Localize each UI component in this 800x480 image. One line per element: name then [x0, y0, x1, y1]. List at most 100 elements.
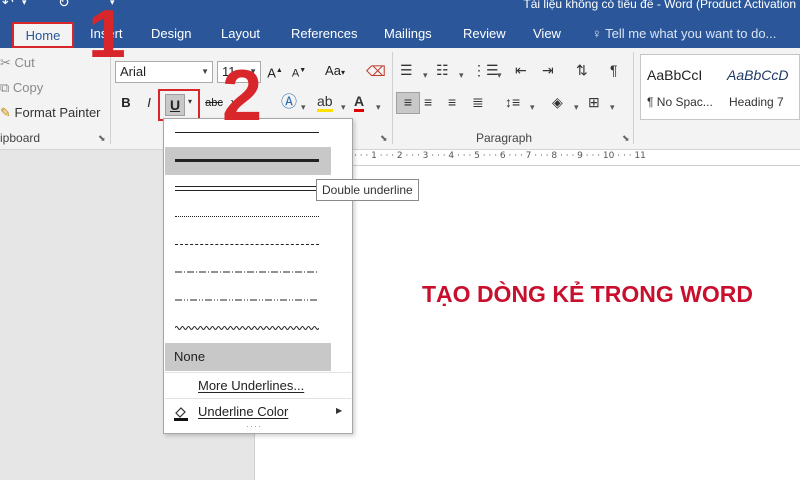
clipboard-group-label: ipboard: [0, 131, 41, 145]
copy-label: Copy: [12, 80, 44, 95]
chevron-down-icon: ▼: [201, 67, 209, 76]
align-right-icon[interactable]: ≡: [448, 93, 456, 111]
shrink-font-button[interactable]: A▼: [290, 61, 308, 83]
tell-me-search[interactable]: ♀ Tell me what you want to do...: [592, 22, 776, 48]
justify-icon[interactable]: ≣: [472, 93, 484, 111]
tab-layout[interactable]: Layout: [221, 22, 260, 48]
copy-icon: ⧉: [0, 80, 10, 95]
cut-label: Cut: [14, 55, 35, 70]
shading-icon[interactable]: ◈: [552, 93, 563, 111]
underline-dropdown: None More Underlines... Underline Color …: [163, 118, 353, 434]
more-underlines-item[interactable]: More Underlines...: [198, 378, 304, 393]
font-color-icon[interactable]: A: [354, 93, 365, 112]
window-title: Tài liệu không có tiêu đề - Word (Produc…: [523, 0, 796, 11]
highlight-icon[interactable]: ab: [317, 93, 333, 112]
text-effects-icon[interactable]: Ⓐ: [281, 94, 297, 112]
paragraph-launcher-icon[interactable]: ⬊: [622, 133, 630, 144]
underline-dropdown-arrow-icon[interactable]: ▾: [188, 97, 192, 106]
underline-sample: [175, 186, 319, 187]
underline-option-dash-dot[interactable]: [165, 259, 331, 287]
numbering-icon[interactable]: ☷: [436, 61, 449, 79]
underline-sample: [175, 216, 319, 217]
style-name-text: ¶ No Spac...: [647, 95, 713, 109]
tab-view[interactable]: View: [533, 22, 561, 48]
clear-format-icon[interactable]: ⌫: [366, 62, 386, 80]
group-separator: [392, 52, 393, 144]
pilcrow-icon[interactable]: ¶: [610, 61, 618, 79]
underline-sample: [175, 159, 319, 162]
tell-me-text: Tell me what you want to do...: [605, 26, 777, 41]
style-name-text: Heading 7: [729, 95, 784, 109]
italic-button[interactable]: I: [141, 93, 157, 115]
sort-icon[interactable]: ⇅: [576, 61, 588, 79]
resize-grip-icon[interactable]: ····: [246, 421, 262, 431]
underline-color-item[interactable]: Underline Color: [198, 404, 288, 419]
grow-font-label: A: [267, 65, 276, 81]
underline-option-double[interactable]: [165, 175, 331, 203]
increase-indent-icon[interactable]: ⇥: [542, 61, 554, 79]
chevron-down-icon[interactable]: ▾: [341, 98, 346, 116]
tooltip: Double underline: [316, 179, 419, 201]
underline-button[interactable]: U ▾: [158, 89, 200, 121]
clipboard-launcher-icon[interactable]: ⬊: [98, 133, 106, 144]
change-case-label: Aa: [325, 63, 341, 78]
scissors-icon: ✂: [0, 55, 11, 70]
change-case-button[interactable]: Aa▾: [320, 61, 350, 83]
menu-separator: [165, 372, 351, 373]
underline-sample: [175, 244, 319, 245]
undo-icon[interactable]: ↶: [2, 0, 14, 11]
paintbrush-icon: ✎: [0, 105, 11, 120]
tab-mailings[interactable]: Mailings: [384, 22, 432, 48]
ruler-ticks: · · · 1 · · · 2 · · · 3 · · · 4 · · · 5 …: [354, 151, 646, 161]
step-number-2: 2: [222, 56, 263, 136]
font-name-select[interactable]: Arial ▼: [115, 61, 213, 83]
chevron-down-icon[interactable]: ▾: [530, 98, 535, 116]
align-left-icon[interactable]: ≡: [396, 92, 420, 114]
tab-design[interactable]: Design: [151, 22, 191, 48]
step-number-1: 1: [88, 0, 126, 72]
tab-references[interactable]: References: [291, 22, 357, 48]
chevron-down-icon[interactable]: ▾: [459, 66, 464, 84]
format-painter-label: Format Painter: [14, 105, 101, 120]
bullets-icon[interactable]: ☰: [400, 61, 413, 79]
paragraph-group-label: Paragraph: [476, 131, 533, 145]
menu-separator: [165, 398, 351, 399]
tab-review[interactable]: Review: [463, 22, 506, 48]
decrease-indent-icon[interactable]: ⇤: [515, 61, 527, 79]
format-painter-button[interactable]: ✎ Format Painter: [0, 105, 101, 121]
undo-dropdown-icon[interactable]: ▾: [22, 0, 27, 8]
chevron-down-icon[interactable]: ▾: [376, 98, 381, 116]
chevron-down-icon[interactable]: ▾: [301, 98, 306, 116]
chevron-down-icon[interactable]: ▾: [610, 98, 615, 116]
bold-button[interactable]: B: [118, 93, 134, 115]
underline-option-wave[interactable]: [165, 315, 331, 343]
borders-icon[interactable]: ⊞: [588, 93, 600, 111]
align-center-icon[interactable]: ≡: [424, 93, 432, 111]
underline-option-none[interactable]: None: [165, 343, 331, 371]
underline-sample: [175, 326, 319, 330]
copy-button[interactable]: ⧉ Copy: [0, 80, 43, 96]
tab-home[interactable]: Home: [12, 22, 74, 48]
chevron-down-icon[interactable]: ▾: [574, 98, 579, 116]
chevron-down-icon[interactable]: ▾: [423, 66, 428, 84]
multilevel-icon[interactable]: ⋮☰: [472, 61, 499, 79]
lightbulb-icon: ♀: [592, 26, 602, 41]
grow-font-button[interactable]: A▲: [266, 61, 284, 83]
underline-icon: U: [165, 94, 185, 116]
font-launcher-icon[interactable]: ⬊: [380, 133, 388, 144]
line-spacing-icon[interactable]: ↕≡: [505, 93, 520, 111]
group-separator: [633, 52, 634, 144]
chevron-down-icon[interactable]: ▾: [497, 66, 502, 84]
underline-option-dashed[interactable]: [165, 231, 331, 259]
underline-color-icon: [174, 407, 188, 421]
underline-option-dotted[interactable]: [165, 203, 331, 231]
cut-button[interactable]: ✂ Cut: [0, 55, 35, 71]
document-headline[interactable]: TẠO DÒNG KẺ TRONG WORD: [422, 281, 753, 308]
underline-option-thick[interactable]: [165, 147, 331, 175]
redo-icon[interactable]: ↻: [58, 0, 70, 11]
underline-option-dash-dot-dot[interactable]: [165, 287, 331, 315]
horizontal-ruler[interactable]: · · · 1 · · · 2 · · · 3 · · · 4 · · · 5 …: [352, 150, 800, 166]
submenu-arrow-icon: ▶: [336, 406, 343, 415]
style-no-spacing[interactable]: AaBbCcI ¶ No Spac...: [641, 55, 719, 119]
style-heading-7[interactable]: AaBbCcD Heading 7: [721, 55, 800, 119]
